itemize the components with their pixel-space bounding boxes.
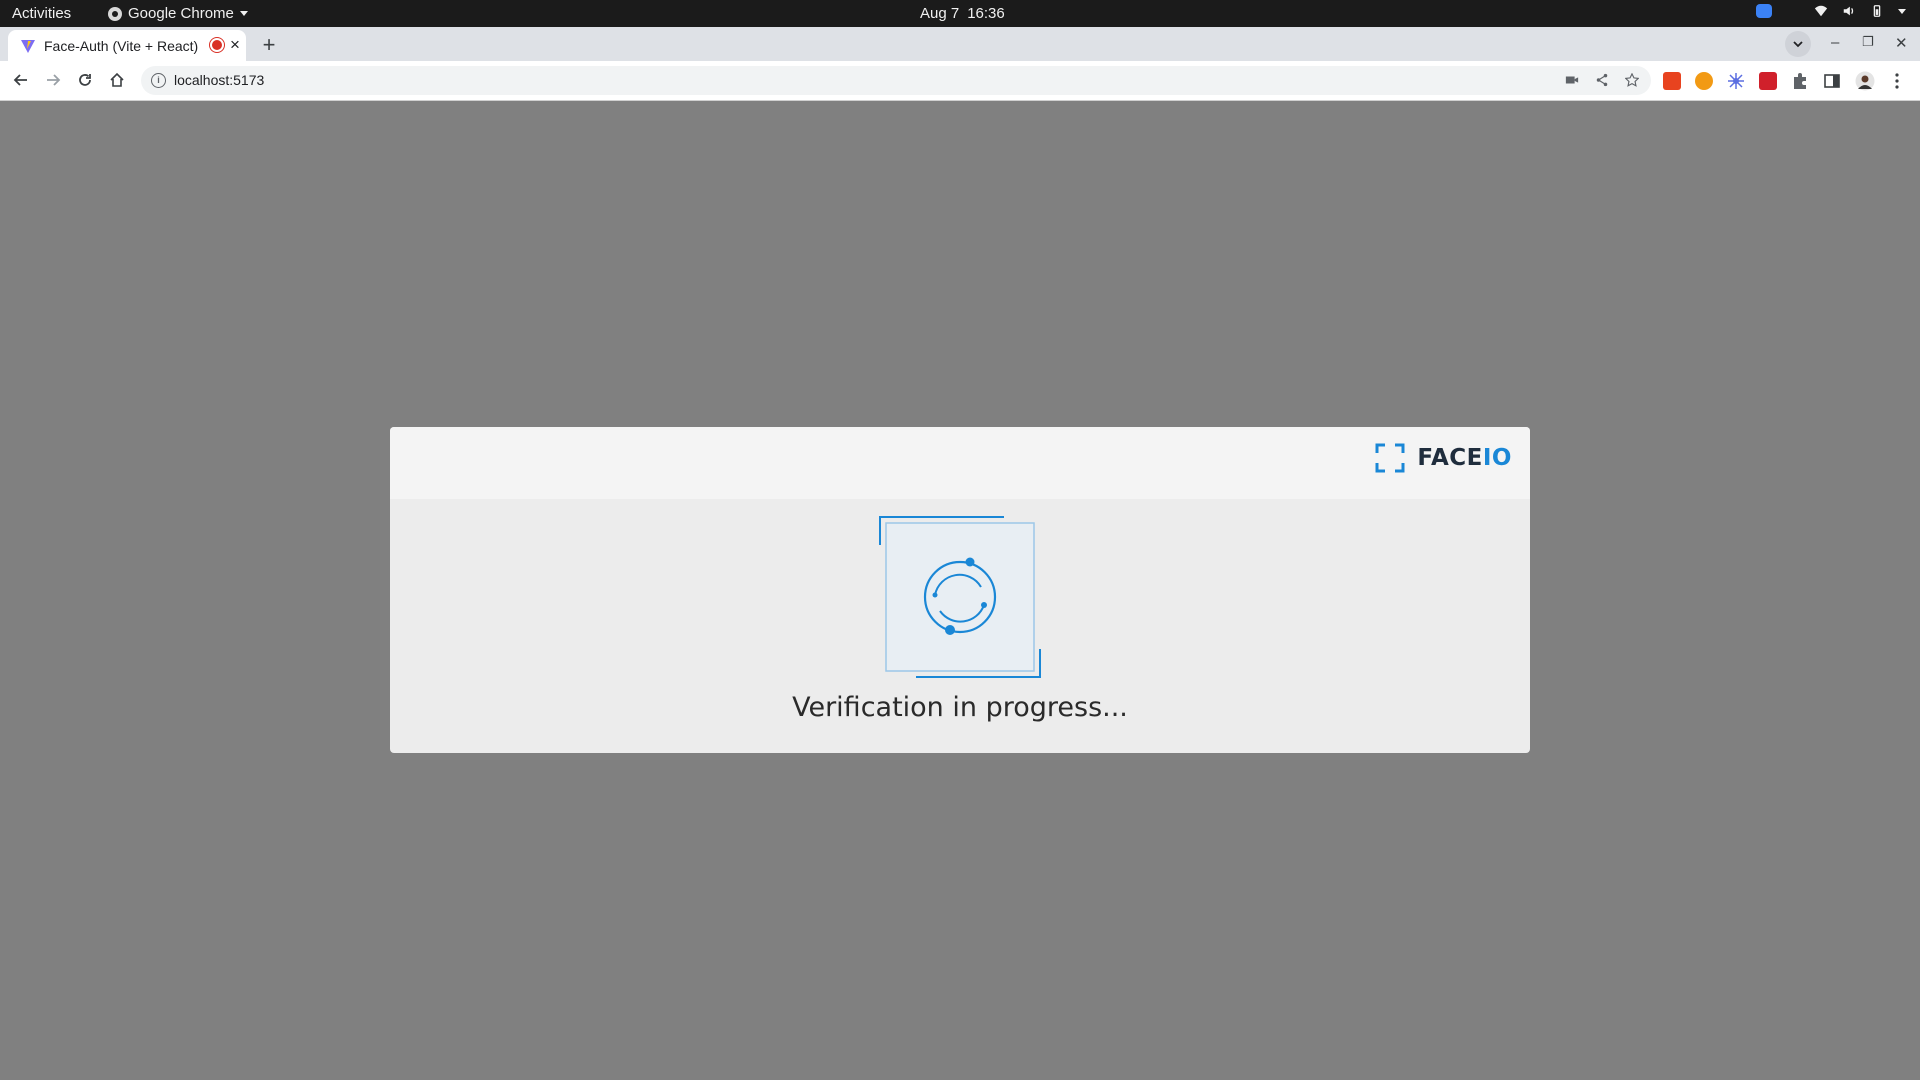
back-button[interactable]	[10, 69, 32, 91]
side-panel-icon[interactable]	[1823, 72, 1841, 90]
volume-icon	[1843, 6, 1854, 16]
extension-red-icon[interactable]	[1663, 72, 1681, 90]
app-menu[interactable]: Google Chrome	[108, 5, 248, 22]
page-backdrop: FACEIO Verification in progress...	[0, 101, 1920, 1080]
system-top-bar: Activities Google Chrome Aug 7 16:36	[0, 0, 1920, 27]
close-window-button[interactable]: ✕	[1895, 34, 1908, 52]
arrow-right-icon	[47, 74, 61, 86]
browser-toolbar: i localhost:5173	[0, 61, 1920, 101]
tab-strip: Face-Auth (Vite + React) × + – ❐ ✕	[0, 27, 1920, 61]
chevron-down-icon	[239, 11, 248, 16]
faceio-modal: FACEIO Verification in progress...	[390, 427, 1530, 753]
tab-face-auth[interactable]: Face-Auth (Vite + React) ×	[8, 30, 246, 61]
brand-io-text: IO	[1482, 445, 1512, 471]
restore-button[interactable]: ❐	[1862, 34, 1874, 50]
wifi-icon	[1814, 5, 1828, 17]
camera-in-use-icon[interactable]	[1565, 73, 1579, 87]
share-icon[interactable]	[1595, 73, 1609, 87]
reload-icon	[79, 74, 91, 86]
address-bar[interactable]: i localhost:5173	[141, 66, 1651, 95]
tab-title: Face-Auth (Vite + React)	[44, 38, 199, 54]
arrow-left-icon	[13, 74, 27, 86]
activities-button[interactable]: Activities	[12, 5, 71, 22]
vite-favicon-icon	[21, 40, 35, 53]
reload-button[interactable]	[74, 69, 96, 91]
forward-button[interactable]	[42, 69, 64, 91]
brand-face-text: FACE	[1417, 445, 1483, 471]
clock[interactable]: Aug 7 16:36	[920, 5, 1005, 22]
url-text[interactable]: localhost:5173	[174, 72, 264, 88]
extension-orange-icon[interactable]	[1695, 72, 1713, 90]
site-info-icon[interactable]: i	[151, 73, 166, 88]
system-tray[interactable]	[1756, 4, 1906, 18]
home-icon	[110, 72, 124, 87]
extensions-puzzle-icon[interactable]	[1791, 72, 1809, 90]
minimize-button[interactable]: –	[1831, 34, 1839, 51]
face-scan-icon	[1375, 443, 1405, 473]
verification-spinner-icon	[879, 516, 1041, 678]
recording-indicator-icon	[212, 40, 222, 50]
chrome-icon	[108, 6, 122, 21]
verification-status-text: Verification in progress...	[792, 692, 1128, 723]
zoom-icon[interactable]	[1756, 4, 1772, 18]
brand-wordmark: FACEIO	[1417, 445, 1512, 471]
faceio-logo: FACEIO	[1375, 443, 1512, 473]
extensions-bar	[1663, 71, 1905, 91]
extension-red2-icon[interactable]	[1759, 72, 1777, 90]
tab-close-icon[interactable]: ×	[230, 35, 240, 55]
app-menu-label: Google Chrome	[128, 5, 234, 22]
profile-avatar-icon[interactable]	[1855, 71, 1875, 91]
tab-search-button[interactable]	[1785, 31, 1811, 57]
chevron-down-icon	[1793, 41, 1803, 48]
modal-header: FACEIO	[390, 427, 1530, 499]
clock-time: 16:36	[967, 5, 1005, 22]
battery-icon	[1873, 5, 1881, 17]
home-button[interactable]	[106, 69, 128, 91]
clock-date: Aug 7	[920, 5, 960, 22]
extension-blue-icon[interactable]	[1727, 72, 1745, 90]
power-menu-icon[interactable]	[1898, 8, 1906, 14]
menu-dots-icon[interactable]	[1889, 72, 1905, 90]
bookmark-star-icon[interactable]	[1625, 73, 1639, 87]
new-tab-button[interactable]: +	[256, 33, 282, 59]
